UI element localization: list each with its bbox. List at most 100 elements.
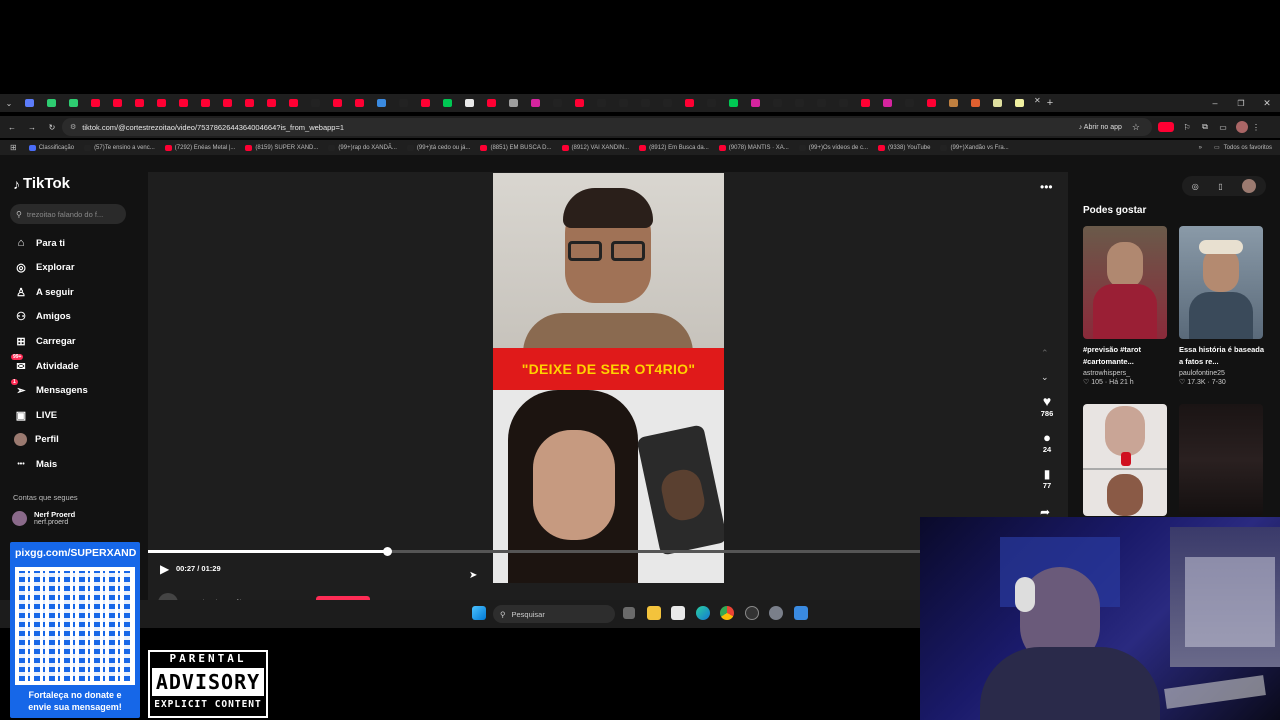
browser-tab[interactable] bbox=[172, 96, 194, 110]
profile-avatar-icon[interactable] bbox=[1236, 121, 1248, 133]
comment-action[interactable]: ● 24 bbox=[1032, 430, 1062, 454]
suggested-thumb-1[interactable] bbox=[1083, 226, 1167, 339]
sidebar-item-a-seguir[interactable]: ♙ A seguir bbox=[14, 285, 74, 299]
maximize-button[interactable]: ❐ bbox=[1228, 99, 1254, 108]
settings-icon[interactable] bbox=[769, 606, 783, 620]
all-bookmarks-link[interactable]: Todos os favoritos bbox=[1224, 145, 1272, 151]
chrome-icon[interactable] bbox=[720, 606, 734, 620]
browser-tab[interactable] bbox=[348, 96, 370, 110]
device-icon[interactable]: ▯ bbox=[1218, 182, 1222, 191]
browser-tab[interactable] bbox=[810, 96, 832, 110]
extensions-puzzle-icon[interactable]: ⧉ bbox=[1196, 122, 1214, 132]
more-options-icon[interactable]: ••• bbox=[1040, 180, 1053, 194]
sidebar-item-atividade[interactable]: ✉ 99+ Atividade bbox=[11, 354, 79, 373]
taskbar-search[interactable]: ⚲ Pesquisar bbox=[493, 605, 615, 623]
browser-tab[interactable] bbox=[656, 96, 678, 110]
browser-tab[interactable] bbox=[194, 96, 216, 110]
bookmark-item[interactable]: (99+)rap do XANDÃ... bbox=[328, 144, 397, 151]
minimize-button[interactable]: – bbox=[1202, 98, 1228, 108]
browser-tab[interactable] bbox=[722, 96, 744, 110]
site-info-icon[interactable]: ⚙ bbox=[70, 123, 76, 131]
browser-tab[interactable] bbox=[832, 96, 854, 110]
browser-tab[interactable] bbox=[502, 96, 524, 110]
browser-tab[interactable] bbox=[260, 96, 282, 110]
browser-tab[interactable] bbox=[788, 96, 810, 110]
bookmark-item[interactable]: (8159) SUPER XAND... bbox=[245, 144, 318, 151]
browser-tab[interactable] bbox=[1008, 96, 1030, 110]
browser-tab[interactable] bbox=[106, 96, 128, 110]
bookmark-item[interactable]: (99+)tá cedo ou já... bbox=[406, 144, 470, 151]
browser-tab[interactable] bbox=[326, 96, 348, 110]
browser-tab[interactable] bbox=[414, 96, 436, 110]
suggested-thumb-3[interactable] bbox=[1083, 404, 1167, 516]
browser-tab[interactable] bbox=[898, 96, 920, 110]
suggested-card-1[interactable]: #previsão #tarot #cartomante... astrowhi… bbox=[1083, 344, 1173, 386]
browser-tab[interactable] bbox=[678, 96, 700, 110]
browser-tab[interactable] bbox=[216, 96, 238, 110]
reload-icon[interactable]: ↻ bbox=[42, 123, 62, 132]
photos-icon[interactable] bbox=[794, 606, 808, 620]
browser-tab[interactable] bbox=[524, 96, 546, 110]
browser-tab[interactable] bbox=[84, 96, 106, 110]
close-tab-icon[interactable]: ✕ bbox=[1034, 96, 1041, 110]
open-in-app-button[interactable]: ♪ Abrir no app bbox=[1079, 124, 1122, 131]
apps-grid-icon[interactable]: ⊞ bbox=[10, 143, 17, 152]
like-action[interactable]: ♥ 786 bbox=[1032, 393, 1062, 418]
bookmark-item[interactable]: (8912) VAI XANDIN... bbox=[561, 144, 629, 151]
suggested-thumb-2[interactable] bbox=[1179, 226, 1263, 339]
save-action[interactable]: ▮ 77 bbox=[1032, 467, 1062, 490]
browser-tab[interactable] bbox=[40, 96, 62, 110]
browser-tab[interactable] bbox=[612, 96, 634, 110]
browser-tab[interactable] bbox=[458, 96, 480, 110]
suggested-card-2[interactable]: Essa história é baseada a fatos re... pa… bbox=[1179, 344, 1269, 386]
bookmark-item[interactable]: (8912) Em Busca da... bbox=[639, 144, 709, 151]
bookmark-item[interactable]: (99+)Xandão vs Fra... bbox=[940, 144, 1009, 151]
browser-tab[interactable] bbox=[920, 96, 942, 110]
browser-tab[interactable] bbox=[568, 96, 590, 110]
store-icon[interactable] bbox=[671, 606, 685, 620]
sidebar-icon[interactable]: ▭ bbox=[1214, 123, 1232, 132]
bookmark-item[interactable]: (9078) MANTIS · XA... bbox=[718, 144, 789, 151]
bookmark-star-icon[interactable]: ☆ bbox=[1132, 122, 1140, 133]
browser-tab[interactable] bbox=[546, 96, 568, 110]
url-field[interactable]: ⚙ tiktok.com/@cortestrezoitao/video/7537… bbox=[62, 118, 1152, 136]
progress-track[interactable] bbox=[148, 547, 920, 556]
tiktok-logo[interactable]: ♪ TikTok bbox=[13, 175, 70, 192]
sidebar-item-live[interactable]: ▣ LIVE bbox=[14, 408, 57, 422]
sidebar-item-amigos[interactable]: ⚇ Amigos bbox=[14, 310, 71, 324]
suggested-thumb-4[interactable] bbox=[1179, 404, 1263, 516]
sidebar-item-perfil[interactable]: Perfil bbox=[14, 432, 59, 446]
app-icon[interactable] bbox=[745, 606, 759, 620]
browser-tab[interactable] bbox=[392, 96, 414, 110]
browser-tab[interactable] bbox=[766, 96, 788, 110]
forward-icon[interactable]: → bbox=[22, 123, 42, 132]
browser-tab[interactable] bbox=[282, 96, 304, 110]
bookmark-item[interactable]: (9338) YouTube bbox=[878, 144, 930, 151]
back-icon[interactable]: ← bbox=[2, 123, 22, 132]
close-window-button[interactable]: ✕ bbox=[1254, 98, 1280, 109]
sidebar-item-carregar[interactable]: ⊞ Carregar bbox=[14, 334, 75, 348]
previous-video-icon[interactable]: ⌃ bbox=[1041, 348, 1049, 359]
windows-start-icon[interactable] bbox=[472, 606, 486, 620]
bookmark-item[interactable]: (8851) EM BUSCA D... bbox=[480, 144, 552, 151]
tab-search-button[interactable]: ⌄ bbox=[0, 96, 18, 110]
video-frame[interactable]: "DEIXE DE SER OT4RIO" bbox=[493, 173, 724, 583]
search-input[interactable]: ⚲ trezoitao falando do f... bbox=[10, 204, 126, 224]
edge-icon[interactable] bbox=[696, 606, 710, 620]
browser-menu-icon[interactable]: ⋮ bbox=[1248, 123, 1264, 132]
browser-tab[interactable] bbox=[964, 96, 986, 110]
file-explorer-icon[interactable] bbox=[647, 606, 661, 620]
task-view-icon[interactable] bbox=[623, 607, 635, 619]
browser-tab[interactable] bbox=[700, 96, 722, 110]
browser-tab[interactable] bbox=[634, 96, 656, 110]
avatar[interactable] bbox=[1242, 179, 1257, 193]
browser-tab[interactable] bbox=[62, 96, 84, 110]
browser-tab[interactable] bbox=[150, 96, 172, 110]
browser-tab[interactable] bbox=[986, 96, 1008, 110]
browser-tab[interactable] bbox=[942, 96, 964, 110]
browser-tab[interactable] bbox=[590, 96, 612, 110]
sidebar-item-mais[interactable]: ••• Mais bbox=[14, 457, 57, 471]
sidebar-item-explorar[interactable]: ◎ Explorar bbox=[14, 261, 74, 275]
bookmark-item[interactable]: (7292) Enéas Metal |... bbox=[164, 144, 235, 151]
sidebar-item-mensagens[interactable]: ➢ 1 Mensagens bbox=[11, 378, 88, 398]
